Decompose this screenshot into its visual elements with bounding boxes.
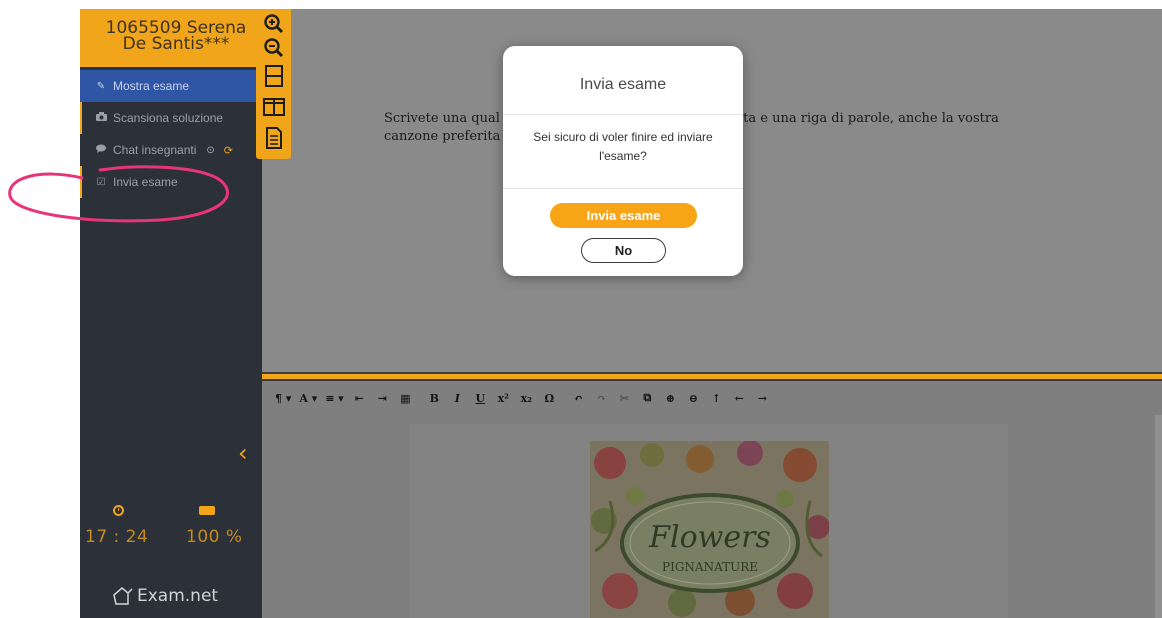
time-remaining: 17 : 24	[85, 527, 149, 547]
dialog-divider-top	[503, 114, 743, 115]
record-icon: ⊙	[206, 144, 215, 156]
battery-level: 100 %	[186, 527, 243, 547]
collapse-sidebar-icon[interactable]: ‹	[238, 439, 248, 467]
outdent-button[interactable]: ⇤	[348, 386, 371, 410]
checkbox-icon: ☑	[96, 176, 106, 188]
arrow-right-button[interactable]: →	[751, 386, 774, 410]
confirm-submit-button[interactable]: Invia esame	[550, 203, 697, 228]
clock-icon	[113, 505, 124, 516]
bold-button[interactable]: B	[423, 386, 446, 410]
subscript-button[interactable]: x₂	[515, 386, 538, 410]
sidebar-item-label: Chat insegnanti	[113, 143, 197, 157]
paste-button[interactable]: ⧉	[636, 386, 659, 410]
align-button[interactable]: ≡ ▾	[321, 386, 348, 410]
paragraph-format-button[interactable]: ¶ ▾	[271, 386, 295, 410]
font-button[interactable]: A ▾	[295, 386, 321, 410]
editor-zoom-out-button[interactable]: ⊖	[682, 386, 705, 410]
image-caption-sub: PIGNANATURE	[662, 560, 758, 574]
exam-screen: Scrivete una qual ata e una riga di paro…	[0, 0, 1162, 618]
editor-toolbar: ¶ ▾ A ▾ ≡ ▾ ⇤ ⇥ ▦ B I U x² x₂ Ω ↶ ↷ ✂ ⧉ …	[262, 381, 1162, 415]
sidebar-item-mostra-esame[interactable]: ✎ Mostra esame	[80, 70, 262, 102]
zoom-out-button[interactable]	[262, 37, 285, 59]
sidebar-item-invia-esame[interactable]: ☑ Invia esame	[80, 166, 262, 198]
chat-glyph	[95, 144, 106, 153]
camera-icon	[94, 112, 108, 124]
vertical-split-button[interactable]	[262, 96, 285, 118]
vertical-split-icon	[262, 98, 285, 116]
logo-text: Exam.net	[137, 586, 219, 606]
chat-icon	[94, 144, 108, 156]
image-caption-main: Flowers	[648, 520, 771, 555]
editor-zoom-in-button[interactable]: ⊕	[659, 386, 682, 410]
undo-button[interactable]: ↶	[567, 386, 590, 410]
special-char-button[interactable]: Ω	[538, 386, 561, 410]
zoom-out-icon	[263, 38, 283, 58]
view-toolbar	[256, 9, 291, 159]
battery-icon	[199, 506, 215, 515]
dialog-message: Sei sicuro di voler finire ed inviare l'…	[533, 130, 713, 163]
table-button[interactable]: ▦	[394, 386, 417, 410]
split-divider[interactable]	[262, 372, 1162, 381]
document-view-button[interactable]	[262, 127, 285, 149]
flowers-illustration: Flowers PIGNANATURE	[590, 441, 829, 618]
horizontal-split-icon	[264, 65, 283, 87]
superscript-button[interactable]: x²	[492, 386, 515, 410]
italic-button[interactable]: I	[446, 386, 469, 410]
underline-button[interactable]: U	[469, 386, 492, 410]
confirm-submit-dialog: Invia esame Sei sicuro di voler finire e…	[503, 46, 743, 276]
redo-button[interactable]: ↷	[590, 386, 613, 410]
sidebar-item-scansiona-soluzione[interactable]: Scansiona soluzione	[80, 102, 262, 134]
exam-net-logo: Exam.net	[112, 585, 218, 607]
zoom-in-button[interactable]	[262, 13, 285, 35]
dialog-title: Invia esame	[579, 76, 667, 93]
horizontal-split-button[interactable]	[262, 65, 285, 87]
document-icon	[265, 127, 282, 149]
logo-icon	[113, 587, 133, 605]
arrow-left-button[interactable]: ←	[728, 386, 751, 410]
arrow-up-button[interactable]: ↑	[705, 386, 728, 410]
sidebar-menu: ✎ Mostra esame Scansiona soluzione Chat …	[80, 70, 262, 198]
refresh-icon[interactable]: ⟳	[224, 144, 233, 157]
sidebar-item-chat-insegnanti[interactable]: Chat insegnanti ⊙ ⟳	[80, 134, 262, 166]
sidebar-item-label: Invia esame	[113, 175, 178, 189]
student-name: 1065509 Serena De Santis***	[80, 9, 262, 67]
indent-button[interactable]: ⇥	[371, 386, 394, 410]
cancel-button[interactable]: No	[581, 238, 666, 263]
sidebar: 1065509 Serena De Santis*** ✎ Mostra esa…	[80, 9, 262, 618]
zoom-in-icon	[263, 14, 283, 34]
dialog-divider-bottom	[503, 188, 743, 189]
flowers-image: Flowers PIGNANATURE	[590, 441, 829, 618]
sidebar-item-label: Mostra esame	[113, 79, 190, 93]
document-scrollbar-area[interactable]	[1114, 9, 1162, 372]
sidebar-item-label: Scansiona soluzione	[113, 111, 224, 125]
edit-icon: ✎	[96, 80, 106, 92]
editor-scrollbar[interactable]	[1155, 415, 1162, 618]
cut-button[interactable]: ✂	[613, 386, 636, 410]
camera-glyph	[95, 112, 107, 121]
